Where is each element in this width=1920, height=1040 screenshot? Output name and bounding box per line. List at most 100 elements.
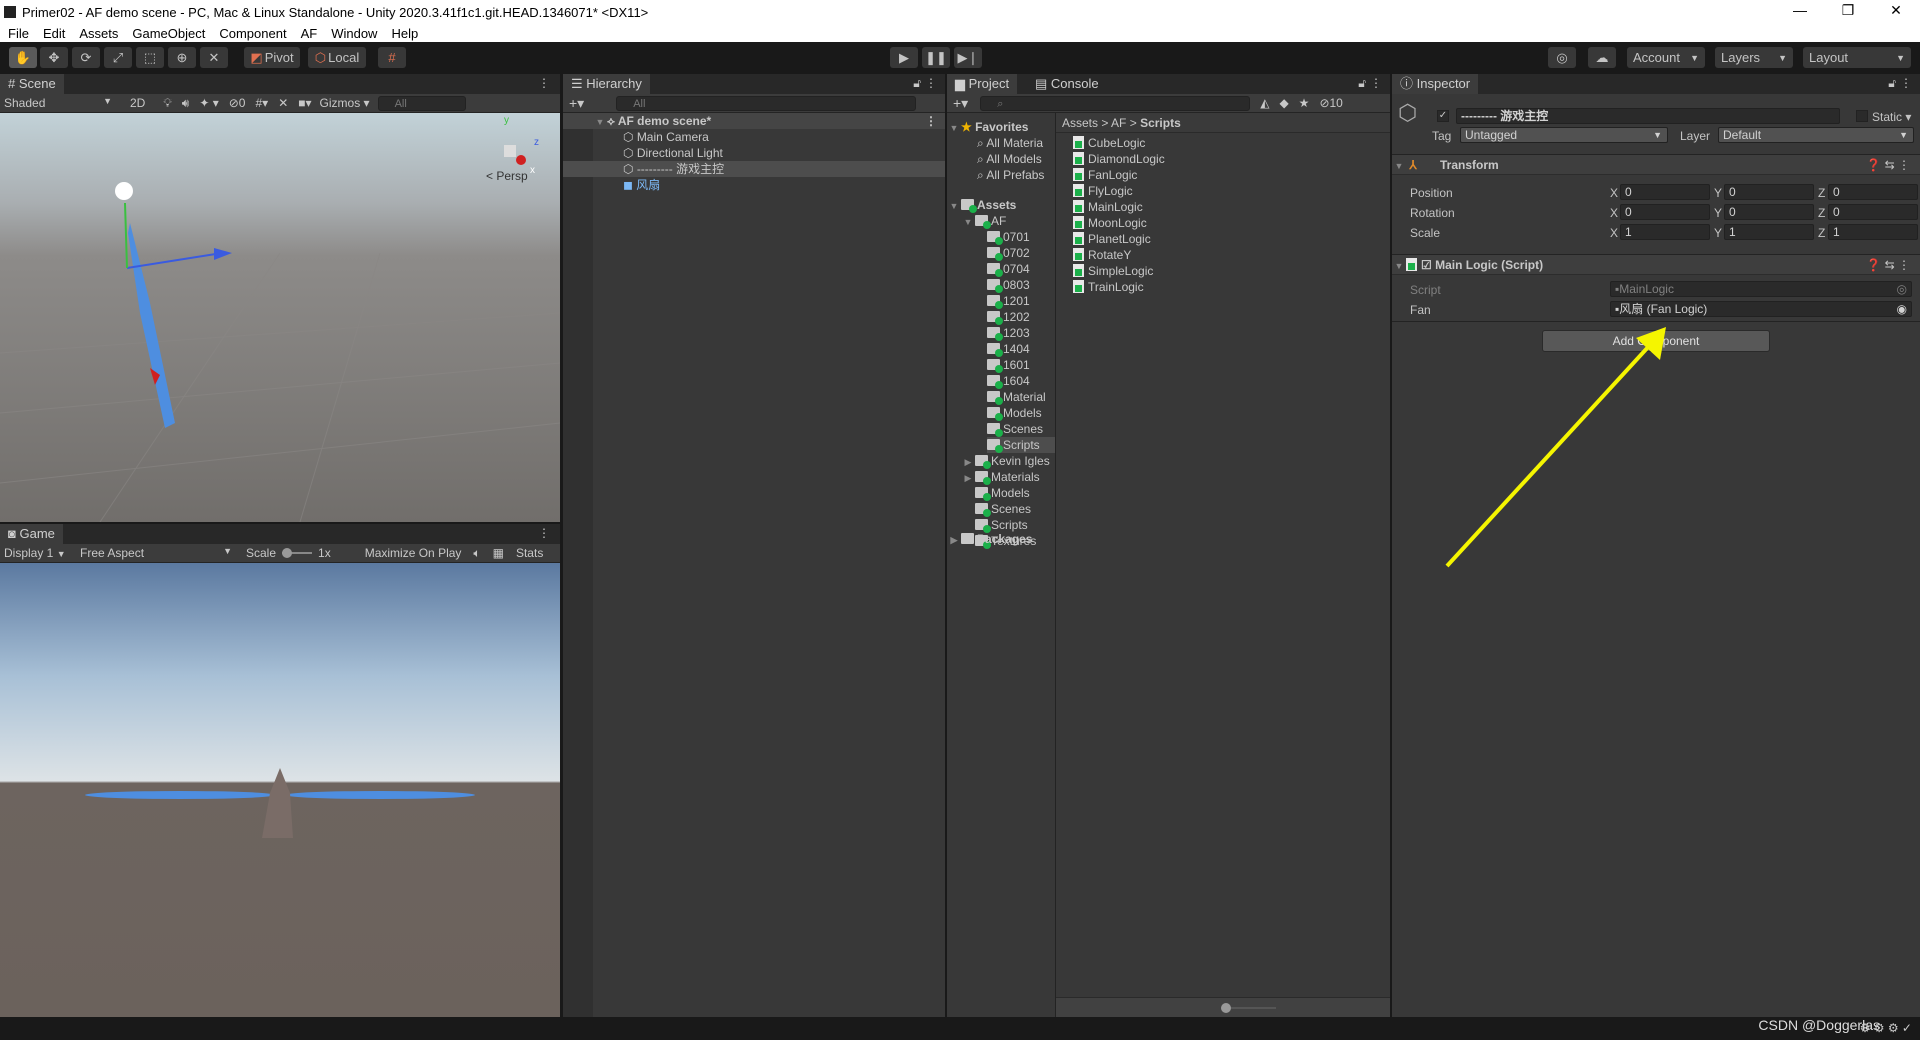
hidden-packages-icon[interactable]: ⊘10 [1319, 96, 1342, 110]
tab-hierarchy[interactable]: ☰ Hierarchy [563, 74, 650, 94]
layers-dropdown[interactable]: Layers ▼ [1715, 47, 1793, 68]
menu-gameobject[interactable]: GameObject [132, 26, 205, 41]
static-checkbox[interactable] [1856, 110, 1868, 122]
tree-folder[interactable]: 1604 [987, 373, 1030, 389]
status-icons[interactable]: ⚙ ⚙ ⚙ ✓ [1860, 1021, 1912, 1035]
lock-icon[interactable]: 🔓︎ [1358, 76, 1366, 91]
tab-inspector[interactable]: ⓘ Inspector [1392, 74, 1479, 94]
tree-favorite-item[interactable]: ⌕ All Materia [977, 135, 1043, 151]
tree-folder[interactable]: 1202 [987, 309, 1030, 325]
scene-viewport[interactable]: y z x < Persp [0, 113, 561, 523]
step-button[interactable]: ▶❘ [954, 47, 982, 68]
layout-dropdown[interactable]: Layout ▼ [1803, 47, 1911, 68]
mute-audio-icon[interactable]: 🔈︎ [473, 546, 480, 561]
restore-button[interactable]: ❐ [1828, 2, 1868, 19]
move-tool-icon[interactable]: ✥ [40, 47, 68, 68]
object-picker-icon[interactable]: ◉ [1897, 302, 1907, 316]
script-file[interactable]: FanLogic [1073, 167, 1137, 183]
tree-favorite-item[interactable]: ⌕ All Prefabs [977, 167, 1044, 183]
custom-tool-icon[interactable]: ✕ [200, 47, 228, 68]
hidden-objects-icon[interactable]: ⊘0 [229, 96, 246, 110]
hierarchy-item[interactable]: ⬡ Main Camera [563, 129, 945, 145]
effects-toggle-icon[interactable]: ✦ ▾ [199, 96, 218, 110]
grid-snap-icon[interactable]: # [378, 47, 406, 68]
tab-game[interactable]: ◙ Game [0, 524, 63, 544]
tree-folder[interactable]: ▶ Kevin Igles [961, 453, 1050, 469]
display-dropdown[interactable]: Display 1 ▼ [0, 546, 80, 560]
tree-folder[interactable]: Scenes [987, 421, 1043, 437]
shading-dropdown[interactable]: Shaded ▼ [0, 96, 118, 110]
transform-x-input[interactable]: 0 [1620, 184, 1710, 200]
active-checkbox[interactable]: ✓ [1437, 110, 1449, 122]
tree-packages[interactable]: ▶ Packages [947, 531, 1033, 547]
tree-folder[interactable]: 1404 [987, 341, 1030, 357]
scale-slider[interactable] [282, 548, 313, 558]
transform-z-input[interactable]: 1 [1828, 224, 1918, 240]
tree-favorites[interactable]: ▼ ★ Favorites [947, 119, 1029, 135]
transform-y-input[interactable]: 0 [1724, 184, 1814, 200]
favorite-star-icon[interactable]: ★ [1299, 96, 1310, 110]
more-options-icon[interactable]: ⋮ [925, 76, 937, 90]
add-object-button[interactable]: +▾ [569, 95, 584, 112]
hand-tool-icon[interactable]: ✋ [9, 47, 37, 68]
tree-folder[interactable]: Scenes [961, 501, 1031, 517]
aspect-dropdown[interactable]: Free Aspect ▼ [80, 546, 238, 560]
filter-by-label-icon[interactable]: ◆ [1279, 96, 1288, 110]
tools-icon[interactable]: ✕ [278, 96, 288, 110]
tree-folder[interactable]: ▶ Materials [961, 469, 1040, 485]
transform-z-input[interactable]: 0 [1828, 184, 1918, 200]
tab-console[interactable]: ▤ Console [1027, 74, 1107, 94]
local-button[interactable]: ⬡ Local [308, 47, 366, 68]
breadcrumb-assets[interactable]: Assets [1062, 116, 1098, 130]
account-dropdown[interactable]: Account ▼ [1627, 47, 1705, 68]
tab-project[interactable]: ▆ Project [947, 74, 1018, 94]
menu-af[interactable]: AF [301, 26, 318, 41]
gizmo-grid-icon[interactable]: ▦ [493, 546, 504, 560]
hierarchy-item[interactable]: ⬡ Directional Light [563, 145, 945, 161]
menu-window[interactable]: Window [331, 26, 377, 41]
rotate-tool-icon[interactable]: ⟳ [72, 47, 100, 68]
scale-tool-icon[interactable]: ⤢ [104, 47, 132, 68]
tree-af[interactable]: ▼ AF [961, 213, 1006, 229]
menu-file[interactable]: File [8, 26, 29, 41]
hierarchy-search-input[interactable]: All [616, 95, 917, 111]
tree-folder[interactable]: Material [987, 389, 1046, 405]
more-options-icon[interactable]: ⋮ [1900, 76, 1912, 90]
script-file[interactable]: MoonLogic [1073, 215, 1147, 231]
script-file[interactable]: PlanetLogic [1073, 231, 1151, 247]
more-options-icon[interactable]: ⋮ [538, 526, 550, 540]
minimize-button[interactable]: — [1780, 2, 1820, 18]
object-name-input[interactable]: --------- 游戏主控 [1456, 108, 1840, 124]
component-options[interactable]: ❓ ⇆ ⋮ [1866, 255, 1910, 275]
close-button[interactable]: ✕ [1876, 2, 1916, 19]
menu-help[interactable]: Help [391, 26, 418, 41]
transform-y-input[interactable]: 1 [1724, 224, 1814, 240]
tree-assets[interactable]: ▼ Assets [947, 197, 1016, 213]
2d-toggle[interactable]: 2D [130, 96, 145, 110]
breadcrumb-af[interactable]: AF [1111, 116, 1126, 130]
scene-search-input[interactable]: All [377, 95, 466, 111]
tree-folder[interactable]: 0704 [987, 261, 1030, 277]
menu-component[interactable]: Component [219, 26, 286, 41]
tree-folder[interactable]: Models [961, 485, 1030, 501]
script-file[interactable]: CubeLogic [1073, 135, 1145, 151]
fan-object-field[interactable]: ▪风扇 (Fan Logic) ◉ [1610, 301, 1912, 317]
icon-size-slider[interactable] [1221, 1003, 1276, 1013]
pivot-button[interactable]: ◩ Pivot [244, 47, 300, 68]
menu-edit[interactable]: Edit [43, 26, 65, 41]
tree-folder[interactable]: 0701 [987, 229, 1030, 245]
audio-toggle-icon[interactable]: 🔊︎ [182, 96, 190, 111]
tag-dropdown[interactable]: Untagged ▼ [1460, 127, 1668, 143]
script-file[interactable]: TrainLogic [1073, 279, 1144, 295]
camera-icon[interactable]: ■▾ [298, 96, 311, 110]
script-file[interactable]: SimpleLogic [1073, 263, 1153, 279]
tree-folder[interactable]: 0702 [987, 245, 1030, 261]
lock-icon[interactable]: 🔓︎ [913, 76, 921, 91]
create-asset-button[interactable]: +▾ [953, 95, 968, 112]
transform-x-input[interactable]: 1 [1620, 224, 1710, 240]
script-file[interactable]: MainLogic [1073, 199, 1143, 215]
menu-assets[interactable]: Assets [79, 26, 118, 41]
script-file[interactable]: FlyLogic [1073, 183, 1133, 199]
lighting-toggle-icon[interactable]: 💡︎ [163, 96, 171, 111]
pause-button[interactable]: ❚❚ [922, 47, 950, 68]
